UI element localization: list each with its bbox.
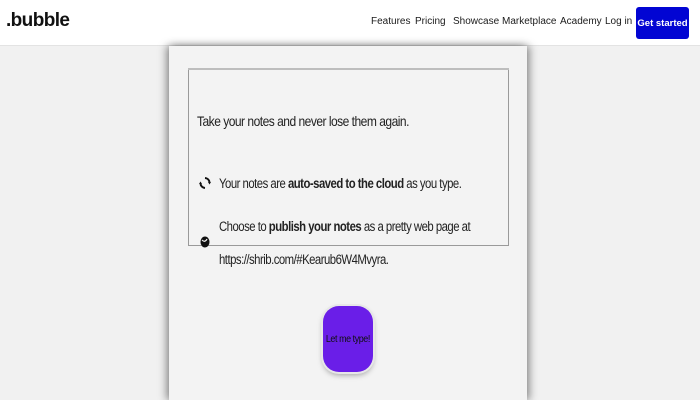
let-me-type-label: Let me type!: [325, 333, 371, 345]
feature-publish: Choose to publish your notes as a pretty…: [219, 219, 471, 234]
let-me-type-button[interactable]: Let me type!: [323, 306, 373, 372]
login-link[interactable]: Log in: [605, 16, 632, 27]
nav-features[interactable]: Features: [371, 16, 410, 27]
nav-pricing[interactable]: Pricing: [415, 16, 446, 27]
feature-autosave-bold: auto-saved to the cloud: [287, 176, 404, 191]
note-frame-top-border: [188, 68, 509, 70]
nav-showcase[interactable]: Showcase: [453, 16, 499, 27]
feature-autosave-post: as you type.: [403, 176, 462, 191]
feature-publish-post: as a pretty web page at: [361, 219, 471, 234]
sync-icon: [199, 177, 211, 189]
feature-publish-pre: Choose to: [219, 219, 269, 234]
publish-url[interactable]: https://shrib.com/#Kearub6W4Mvyra.: [219, 252, 389, 267]
bubble-logo[interactable]: .bubble: [6, 10, 70, 32]
get-started-button[interactable]: Get started: [636, 7, 689, 39]
nav-academy[interactable]: Academy: [560, 16, 602, 27]
site-header: .bubble Features Pricing Showcase Market…: [0, 0, 700, 46]
intro-text: Take your notes and never lose them agai…: [197, 113, 409, 129]
nav-marketplace[interactable]: Marketplace: [502, 16, 556, 27]
globe-icon: [200, 236, 210, 248]
feature-autosave: Your notes are auto-saved to the cloud a…: [219, 176, 462, 191]
let-me-type-wrapper: Let me type!: [318, 298, 380, 380]
feature-autosave-pre: Your notes are: [219, 176, 288, 191]
feature-publish-bold: publish your notes: [268, 219, 362, 234]
